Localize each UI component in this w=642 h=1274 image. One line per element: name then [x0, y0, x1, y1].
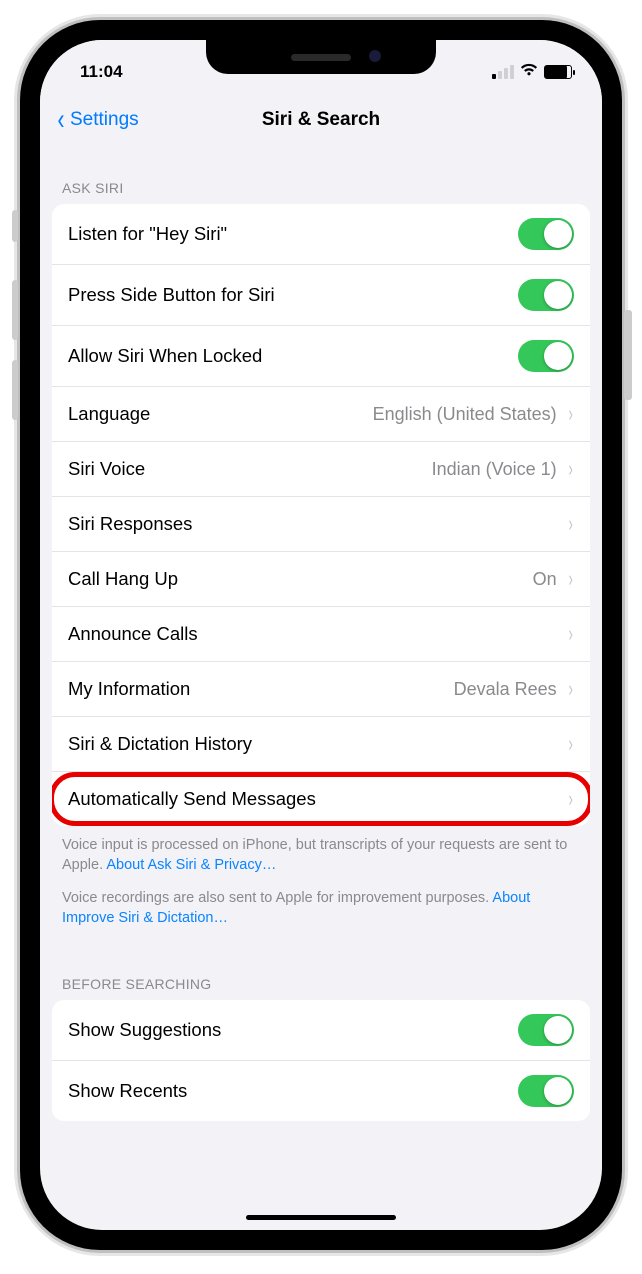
- chevron-right-icon: ›: [568, 676, 572, 702]
- row-value: Indian (Voice 1): [432, 459, 557, 480]
- footer-privacy-1: Voice input is processed on iPhone, but …: [40, 826, 602, 879]
- row-value: On: [533, 569, 557, 590]
- cell-signal-icon: [492, 65, 514, 79]
- row-value: Devala Rees: [454, 679, 557, 700]
- row-call-hang-up[interactable]: Call Hang Up On ›: [52, 552, 590, 607]
- screen: 11:04 ‹ Settings Siri & Search ASK: [40, 40, 602, 1230]
- wifi-icon: [520, 62, 538, 82]
- page-title: Siri & Search: [262, 109, 380, 131]
- row-label: My Information: [68, 678, 454, 700]
- link-ask-siri-privacy[interactable]: About Ask Siri & Privacy…: [106, 857, 276, 873]
- notch: [206, 40, 436, 74]
- row-siri-responses[interactable]: Siri Responses ›: [52, 497, 590, 552]
- row-label: Language: [68, 403, 373, 425]
- side-button: [624, 310, 632, 400]
- phone-frame: 11:04 ‹ Settings Siri & Search ASK: [20, 20, 622, 1250]
- chevron-right-icon: ›: [568, 401, 572, 427]
- row-announce-calls[interactable]: Announce Calls ›: [52, 607, 590, 662]
- status-time: 11:04: [80, 62, 123, 82]
- row-label: Allow Siri When Locked: [68, 345, 518, 367]
- row-label: Siri Responses: [68, 513, 561, 535]
- row-label: Siri & Dictation History: [68, 733, 561, 755]
- chevron-right-icon: ›: [568, 511, 572, 537]
- toggle-press-side[interactable]: [518, 279, 574, 311]
- chevron-right-icon: ›: [568, 786, 572, 812]
- footer-text: Voice recordings are also sent to Apple …: [62, 890, 492, 906]
- back-label: Settings: [70, 109, 139, 131]
- mute-switch: [12, 210, 18, 242]
- row-label: Listen for "Hey Siri": [68, 223, 518, 245]
- volume-down-button: [12, 360, 18, 420]
- chevron-right-icon: ›: [568, 621, 572, 647]
- row-my-information[interactable]: My Information Devala Rees ›: [52, 662, 590, 717]
- front-camera-icon: [369, 50, 381, 62]
- row-hey-siri[interactable]: Listen for "Hey Siri": [52, 204, 590, 265]
- row-show-suggestions[interactable]: Show Suggestions: [52, 1000, 590, 1061]
- settings-scroll[interactable]: ASK SIRI Listen for "Hey Siri" Press Sid…: [40, 150, 602, 1230]
- toggle-show-suggestions[interactable]: [518, 1014, 574, 1046]
- row-press-side[interactable]: Press Side Button for Siri: [52, 265, 590, 326]
- row-label: Call Hang Up: [68, 568, 533, 590]
- row-language[interactable]: Language English (United States) ›: [52, 387, 590, 442]
- toggle-allow-locked[interactable]: [518, 340, 574, 372]
- row-value: English (United States): [373, 404, 557, 425]
- row-label: Show Recents: [68, 1080, 518, 1102]
- chevron-left-icon: ‹: [58, 105, 65, 135]
- ask-siri-group: Listen for "Hey Siri" Press Side Button …: [52, 204, 590, 826]
- row-label: Show Suggestions: [68, 1019, 518, 1041]
- row-label: Announce Calls: [68, 623, 561, 645]
- battery-icon: [544, 65, 572, 79]
- section-header-before-searching: BEFORE SEARCHING: [40, 932, 602, 1000]
- row-label: Automatically Send Messages: [68, 788, 561, 810]
- volume-up-button: [12, 280, 18, 340]
- chevron-right-icon: ›: [568, 456, 572, 482]
- row-auto-send-messages[interactable]: Automatically Send Messages ›: [52, 772, 590, 826]
- chevron-right-icon: ›: [568, 731, 572, 757]
- row-siri-dictation-history[interactable]: Siri & Dictation History ›: [52, 717, 590, 772]
- row-show-recents[interactable]: Show Recents: [52, 1061, 590, 1121]
- row-allow-locked[interactable]: Allow Siri When Locked: [52, 326, 590, 387]
- section-header-ask-siri: ASK SIRI: [40, 150, 602, 204]
- chevron-right-icon: ›: [568, 566, 572, 592]
- row-label: Press Side Button for Siri: [68, 284, 518, 306]
- before-searching-group: Show Suggestions Show Recents: [52, 1000, 590, 1121]
- row-label: Siri Voice: [68, 458, 432, 480]
- row-siri-voice[interactable]: Siri Voice Indian (Voice 1) ›: [52, 442, 590, 497]
- home-indicator[interactable]: [246, 1215, 396, 1220]
- nav-bar: ‹ Settings Siri & Search: [40, 90, 602, 150]
- speaker-grille: [291, 54, 351, 61]
- toggle-hey-siri[interactable]: [518, 218, 574, 250]
- back-button[interactable]: ‹ Settings: [56, 90, 139, 150]
- footer-privacy-2: Voice recordings are also sent to Apple …: [40, 879, 602, 932]
- toggle-show-recents[interactable]: [518, 1075, 574, 1107]
